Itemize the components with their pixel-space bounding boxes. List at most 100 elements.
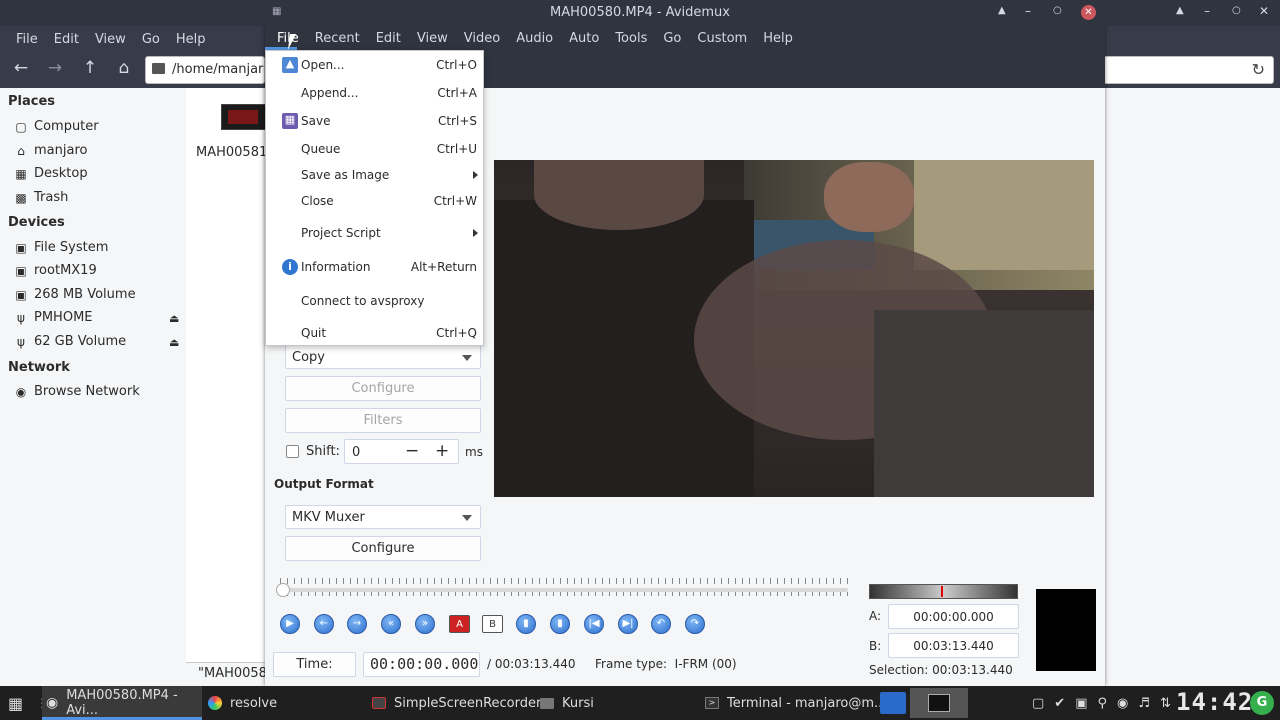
update-icon[interactable]: G bbox=[1250, 691, 1274, 715]
attachment-icon[interactable]: ⚲ bbox=[1098, 696, 1108, 711]
fm-menu-go[interactable]: Go bbox=[134, 32, 168, 47]
lock-icon[interactable]: ▣ bbox=[1075, 696, 1087, 711]
play-icon[interactable]: ▶ bbox=[280, 614, 300, 634]
minimize-icon[interactable]: – bbox=[1025, 4, 1031, 18]
menu-item-save-as-image[interactable]: Save as Image bbox=[266, 163, 485, 187]
location-bar[interactable]: /home/manjaro/ bbox=[145, 56, 265, 84]
sidebar-item-file-system[interactable]: ▣ File System bbox=[14, 240, 108, 255]
shift-checkbox[interactable] bbox=[286, 445, 299, 458]
sidebar-item-manjaro[interactable]: ⌂ manjaro bbox=[14, 143, 87, 158]
taskbar-item-avidemux[interactable]: ◉ MAH00580.MP4 - Avi... bbox=[42, 686, 202, 720]
sidebar-item-62gb[interactable]: ψ 62 GB Volume bbox=[14, 334, 126, 349]
rewind-icon[interactable]: ← bbox=[314, 614, 334, 634]
shift-stepper[interactable]: 0 − + bbox=[344, 439, 459, 464]
workspace-1-icon[interactable] bbox=[880, 692, 906, 714]
forward-icon[interactable]: → bbox=[43, 58, 67, 78]
sidebar-item-desktop[interactable]: ▦ Desktop bbox=[14, 166, 87, 181]
sidebar-item-pmhome[interactable]: ψ PMHOME bbox=[14, 310, 92, 325]
audio-codec-select[interactable]: Copy bbox=[285, 345, 481, 369]
workspace-2-icon[interactable] bbox=[910, 688, 968, 718]
back-icon[interactable]: ← bbox=[9, 58, 33, 78]
marker-a-field[interactable]: 00:00:00.000 bbox=[888, 604, 1019, 629]
maximize-icon[interactable]: ○ bbox=[1053, 5, 1062, 16]
sidebar-item-computer[interactable]: ▢ Computer bbox=[14, 119, 98, 134]
audio-configure-button[interactable]: Configure bbox=[285, 376, 481, 401]
goto-marker-b-icon[interactable]: ▮ bbox=[550, 614, 570, 634]
taskbar-item-terminal[interactable]: > Terminal - manjaro@m... bbox=[705, 686, 886, 720]
taskbar-item-recorder[interactable]: SimpleScreenRecorder bbox=[372, 686, 541, 720]
reload-icon[interactable]: ↻ bbox=[1252, 60, 1265, 79]
volume-icon[interactable]: ♬ bbox=[1138, 696, 1150, 711]
shield-icon[interactable]: ✔ bbox=[1054, 696, 1065, 711]
menu-tools[interactable]: Tools bbox=[607, 31, 655, 46]
close-icon[interactable]: ✕ bbox=[1259, 4, 1269, 18]
taskbar-item-resolve[interactable]: resolve bbox=[208, 686, 277, 720]
up-icon[interactable]: ↑ bbox=[78, 58, 102, 78]
menu-item-queue[interactable]: Queue Ctrl+U bbox=[266, 137, 485, 161]
close-icon[interactable]: ✕ bbox=[1081, 5, 1096, 20]
menu-item-close[interactable]: Close Ctrl+W bbox=[266, 189, 485, 213]
audio-filters-button[interactable]: Filters bbox=[285, 408, 481, 433]
fm-menu-help[interactable]: Help bbox=[168, 32, 214, 47]
back-1min-icon[interactable]: ↶ bbox=[651, 614, 671, 634]
menu-item-save[interactable]: ▦ Save Ctrl+S bbox=[266, 109, 485, 133]
menu-help[interactable]: Help bbox=[755, 31, 801, 46]
sidebar-item-rootmx19[interactable]: ▣ rootMX19 bbox=[14, 263, 96, 278]
forward-icon[interactable]: → bbox=[347, 614, 367, 634]
sidebar-item-268mb[interactable]: ▣ 268 MB Volume bbox=[14, 287, 135, 302]
menu-item-connect-avsproxy[interactable]: Connect to avsproxy bbox=[266, 289, 485, 313]
time-field[interactable]: 00:00:00.000 bbox=[363, 652, 480, 677]
prev-keyframe-icon[interactable]: « bbox=[381, 614, 401, 634]
home-icon[interactable]: ⌂ bbox=[112, 58, 136, 78]
sidebar-item-trash[interactable]: ▩ Trash bbox=[14, 190, 68, 205]
output-format-value: MKV Muxer bbox=[292, 510, 365, 525]
slider-handle[interactable] bbox=[276, 583, 290, 597]
menu-go[interactable]: Go bbox=[655, 31, 689, 46]
sidebar-item-browse-network[interactable]: ◉ Browse Network bbox=[14, 384, 140, 399]
keep-above-icon[interactable]: ▲ bbox=[1176, 5, 1184, 16]
minus-icon[interactable]: − bbox=[405, 441, 419, 461]
menu-view[interactable]: View bbox=[409, 31, 456, 46]
forward-1min-icon[interactable]: ↷ bbox=[685, 614, 705, 634]
menu-item-append[interactable]: Append... Ctrl+A bbox=[266, 81, 485, 105]
minimize-icon[interactable]: – bbox=[1204, 4, 1210, 18]
file-item-name[interactable]: MAH00581 bbox=[196, 145, 267, 160]
eject-icon[interactable]: ⏏ bbox=[169, 336, 179, 349]
menu-item-open[interactable]: ▲ Open... Ctrl+O bbox=[266, 53, 485, 77]
goto-end-icon[interactable]: ▶| bbox=[618, 614, 638, 634]
menu-video[interactable]: Video bbox=[456, 31, 508, 46]
menu-item-project-script[interactable]: Project Script bbox=[266, 221, 485, 245]
display-icon[interactable]: ▢ bbox=[1032, 696, 1044, 711]
file-thumbnail[interactable] bbox=[221, 104, 266, 130]
set-marker-b-icon[interactable]: B bbox=[482, 615, 503, 633]
location-bar-end[interactable]: ↻ bbox=[1104, 56, 1274, 84]
menu-recent[interactable]: Recent bbox=[307, 31, 368, 46]
menu-edit[interactable]: Edit bbox=[368, 31, 409, 46]
network-icon[interactable]: ⇅ bbox=[1160, 696, 1171, 711]
plus-icon[interactable]: + bbox=[435, 441, 449, 461]
set-marker-a-icon[interactable]: A bbox=[449, 615, 470, 633]
fm-menu-edit[interactable]: Edit bbox=[46, 32, 87, 47]
menu-item-information[interactable]: i Information Alt+Return bbox=[266, 255, 485, 279]
fm-menu-view[interactable]: View bbox=[87, 32, 134, 47]
output-format-select[interactable]: MKV Muxer bbox=[285, 505, 481, 529]
menu-audio[interactable]: Audio bbox=[508, 31, 561, 46]
maximize-icon[interactable]: ○ bbox=[1232, 5, 1241, 16]
next-keyframe-icon[interactable]: » bbox=[415, 614, 435, 634]
timeline-slider[interactable] bbox=[276, 578, 848, 597]
clock[interactable]: 14:42 bbox=[1176, 686, 1252, 720]
goto-start-icon[interactable]: |◀ bbox=[584, 614, 604, 634]
goto-marker-a-icon[interactable]: ▮ bbox=[516, 614, 536, 634]
fm-menu-file[interactable]: File bbox=[8, 32, 46, 47]
keep-above-icon[interactable]: ▲ bbox=[998, 5, 1006, 16]
menu-custom[interactable]: Custom bbox=[689, 31, 755, 46]
camera-icon[interactable]: ◉ bbox=[1117, 696, 1128, 711]
taskbar-item-kursi[interactable]: Kursi bbox=[540, 686, 594, 720]
menu-auto[interactable]: Auto bbox=[561, 31, 607, 46]
output-configure-button[interactable]: Configure bbox=[285, 536, 481, 561]
eject-icon[interactable]: ⏏ bbox=[169, 312, 179, 325]
menu-item-quit[interactable]: Quit Ctrl+Q bbox=[266, 321, 485, 345]
marker-b-field[interactable]: 00:03:13.440 bbox=[888, 633, 1019, 658]
app-launcher-icon[interactable]: ▦ bbox=[8, 686, 23, 720]
time-button[interactable]: Time: bbox=[273, 652, 356, 677]
